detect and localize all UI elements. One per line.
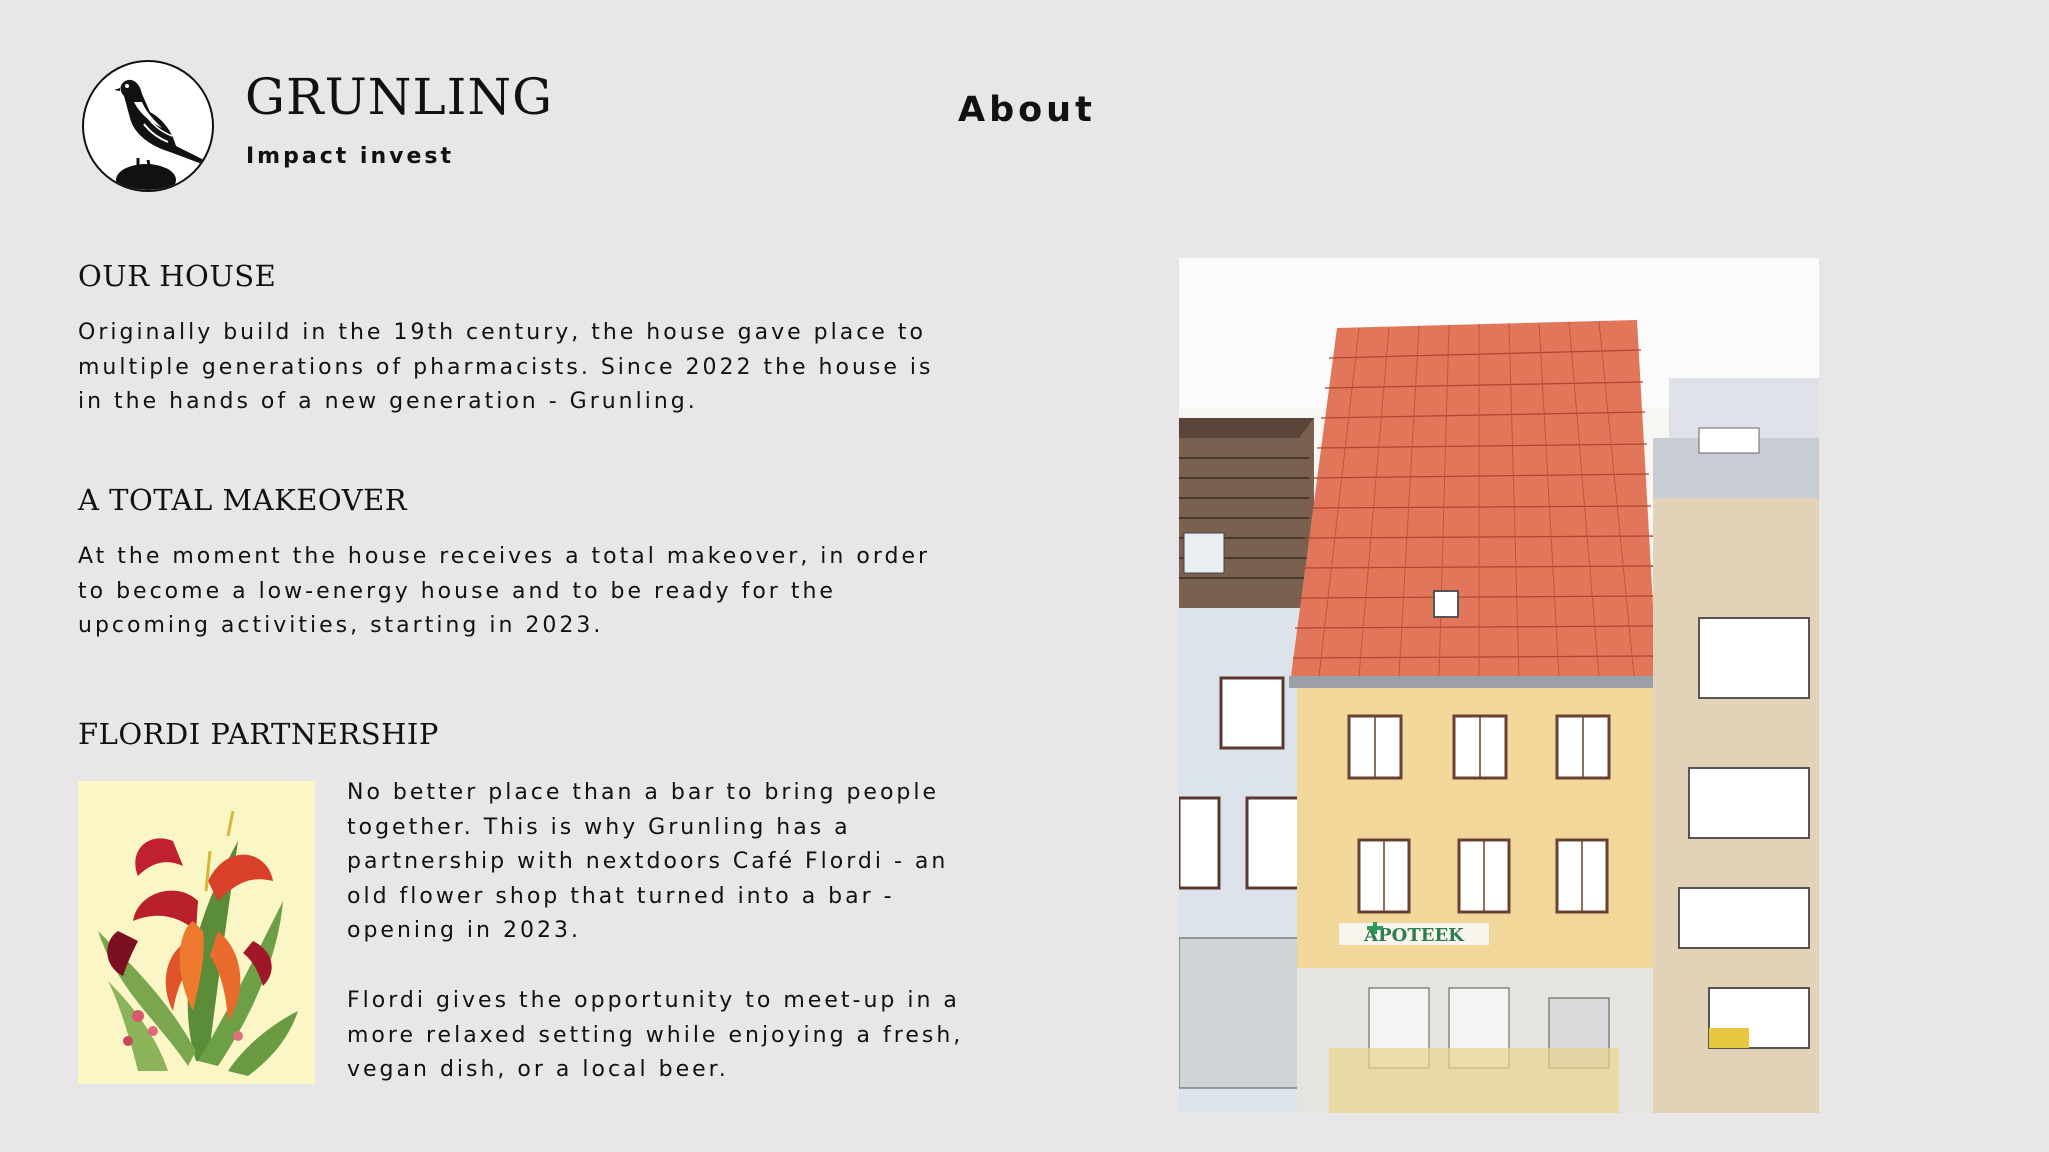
flower-illustration-image [78, 781, 315, 1084]
section-text-house: Originally build in the 19th century, th… [78, 320, 934, 415]
section-text-flordi-1: No better place than a bar to bring peop… [347, 780, 949, 944]
nav-link-about[interactable]: About [958, 90, 1096, 130]
sparrow-logo-icon [82, 60, 214, 192]
brand-subtitle: Impact invest [246, 144, 454, 169]
section-text-flordi-2: Flordi gives the opportunity to meet-up … [347, 988, 964, 1083]
section-heading-house: OUR HOUSE [78, 259, 277, 293]
brand-title: GRUNLING [245, 68, 554, 126]
house-sketch-image: APOTEEK [1179, 258, 1819, 1113]
section-heading-flordi: FLORDI PARTNERSHIP [78, 717, 439, 751]
section-heading-makeover: A TOTAL MAKEOVER [78, 483, 408, 517]
section-text-makeover: At the moment the house receives a total… [78, 544, 931, 639]
